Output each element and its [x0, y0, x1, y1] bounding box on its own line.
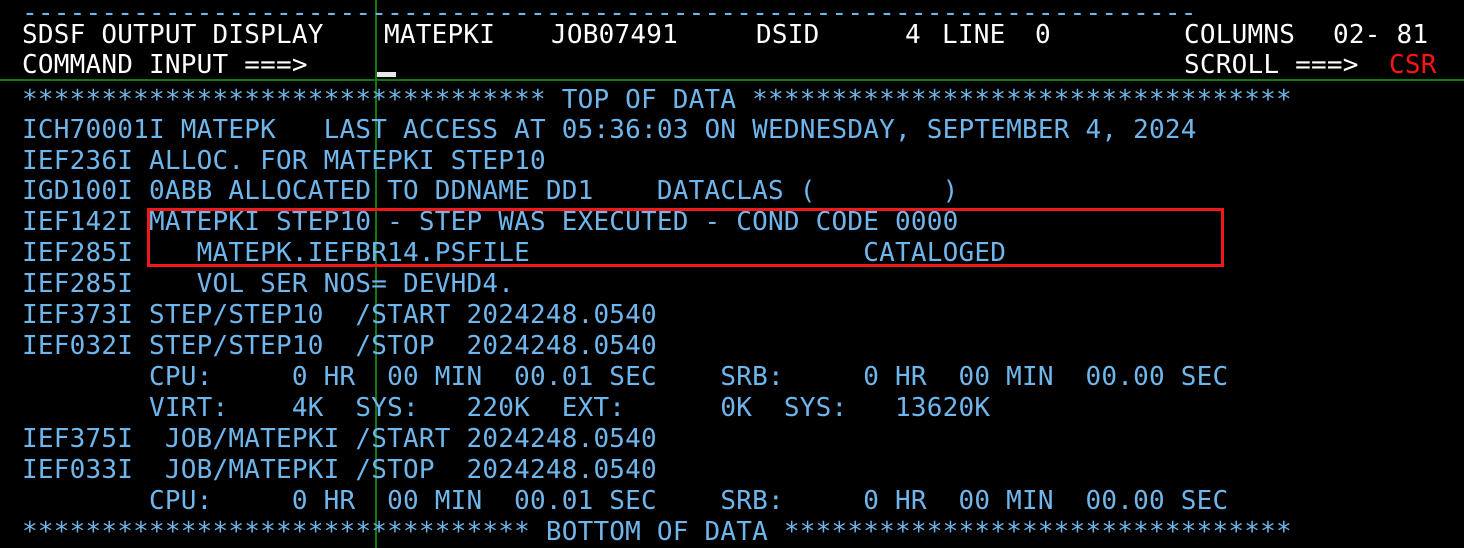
- output-line: IEF142I MATEPKI STEP10 - STEP WAS EXECUT…: [22, 207, 959, 237]
- dsid-label: DSID: [756, 20, 820, 50]
- output-line: IEF033I JOB/MATEPKI /STOP 2024248.0540: [22, 455, 657, 485]
- scroll-value[interactable]: CSR: [1389, 50, 1437, 80]
- top-of-data-line: ********************************* TOP OF…: [22, 85, 1292, 115]
- scroll-label: SCROLL ===>: [1184, 50, 1359, 80]
- line-label: LINE: [942, 20, 1006, 50]
- output-line: IEF375I JOB/MATEPKI /START 2024248.0540: [22, 424, 657, 454]
- output-line: IEF032I STEP/STEP10 /STOP 2024248.0540: [22, 331, 657, 361]
- columns-value: 02- 81: [1333, 20, 1429, 50]
- output-line: CPU: 0 HR 00 MIN 00.01 SEC SRB: 0 HR 00 …: [22, 486, 1229, 516]
- line-value: 0: [1035, 20, 1051, 50]
- jobid-field: JOB07491: [551, 20, 678, 50]
- text-cursor: [377, 72, 396, 77]
- output-line: IEF285I MATEPK.IEFBR14.PSFILE CATALOGED: [22, 238, 1007, 268]
- output-line: ICH70001I MATEPK LAST ACCESS AT 05:36:03…: [22, 115, 1197, 145]
- columns-label: COLUMNS: [1184, 20, 1296, 50]
- command-input-label: COMMAND INPUT ===>: [22, 50, 308, 80]
- dsid-value: 4: [905, 20, 921, 50]
- output-line: IEF236I ALLOC. FOR MATEPKI STEP10: [22, 146, 546, 176]
- output-line: IGD100I 0ABB ALLOCATED TO DDNAME DD1 DAT…: [22, 176, 959, 206]
- output-line: IEF285I VOL SER NOS= DEVHD4.: [22, 269, 515, 299]
- output-line: IEF373I STEP/STEP10 /START 2024248.0540: [22, 300, 657, 330]
- bottom-of-data-line: ******************************** BOTTOM …: [22, 517, 1292, 547]
- jobname-field: MATEPKI: [384, 20, 496, 50]
- panel-title: SDSF OUTPUT DISPLAY: [22, 20, 324, 50]
- output-line: CPU: 0 HR 00 MIN 00.01 SEC SRB: 0 HR 00 …: [22, 362, 1229, 392]
- terminal-screen: ----------------------------------------…: [0, 0, 1464, 548]
- output-line: VIRT: 4K SYS: 220K EXT: 0K SYS: 13620K: [22, 393, 991, 423]
